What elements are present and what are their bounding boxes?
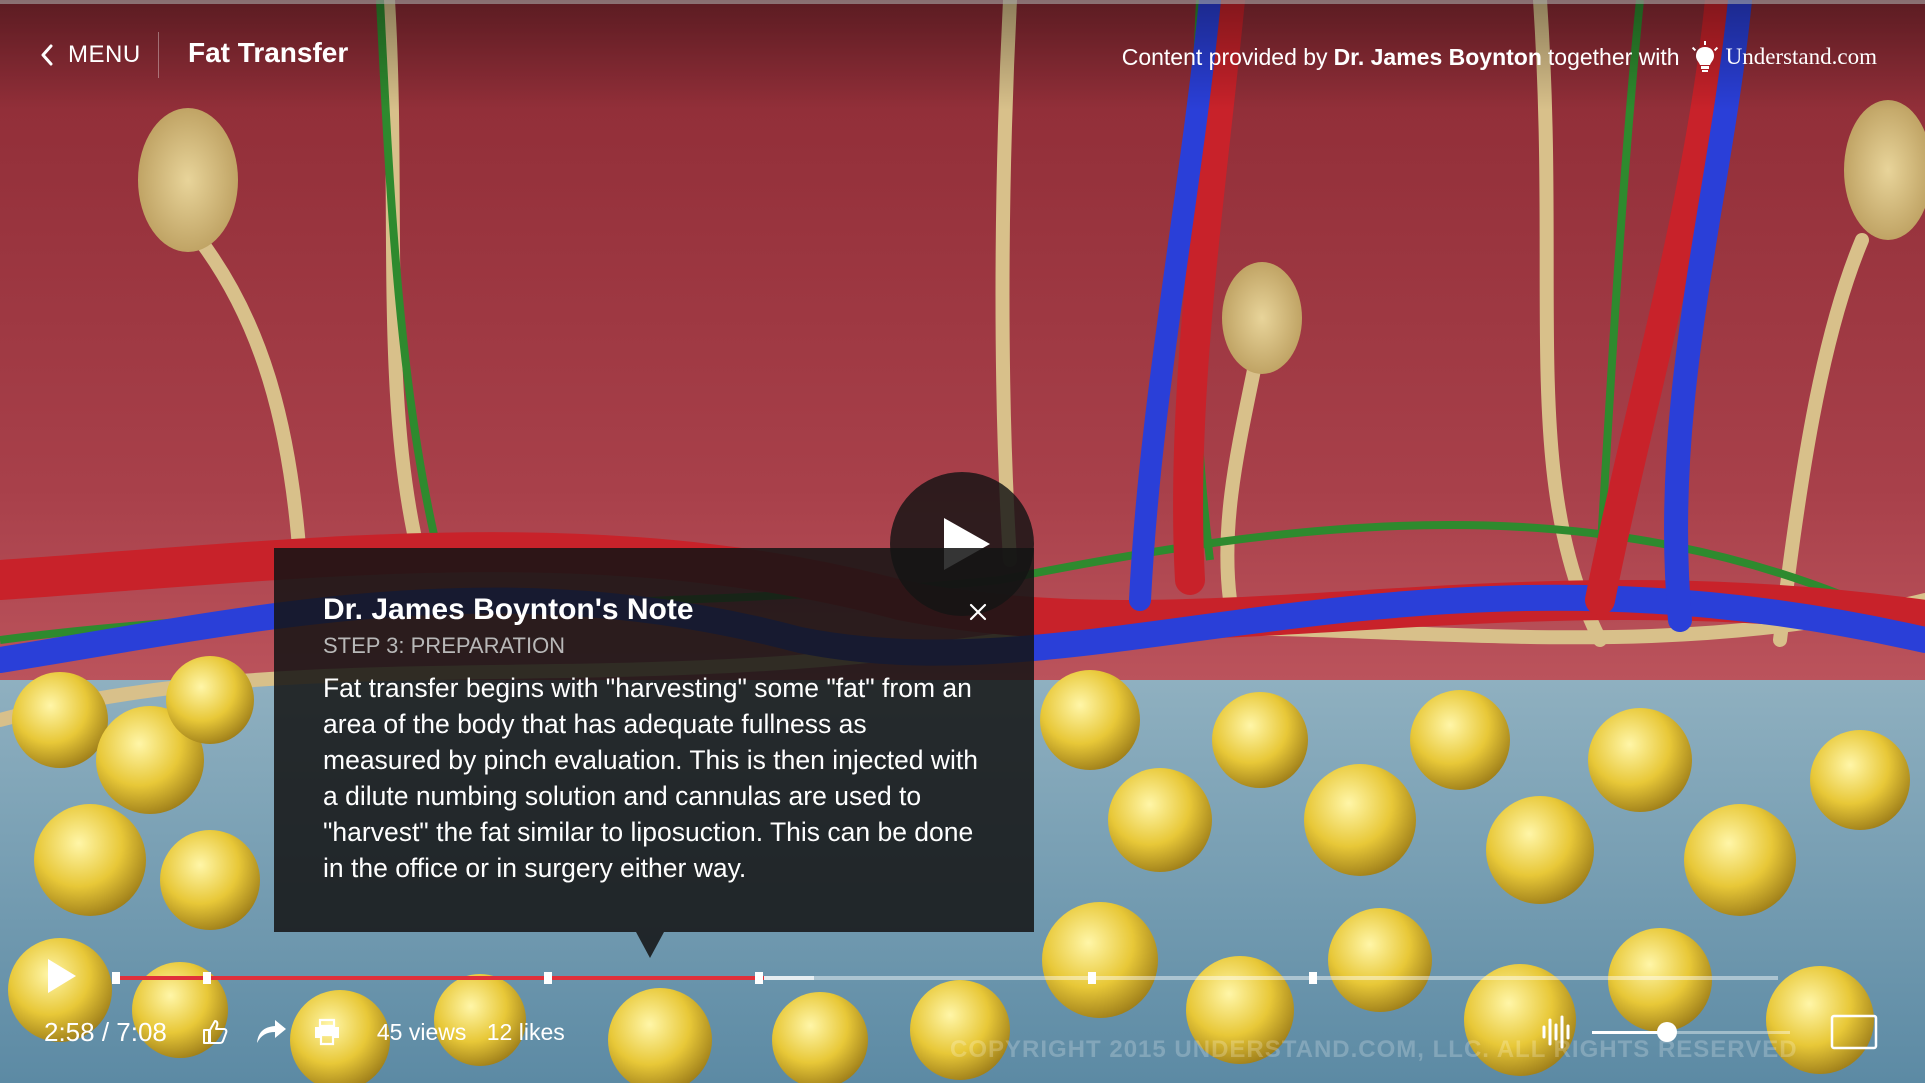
volume-fill bbox=[1592, 1031, 1668, 1034]
chapter-marker[interactable] bbox=[112, 972, 120, 984]
fullscreen-button[interactable] bbox=[1830, 1014, 1878, 1050]
chapter-marker[interactable] bbox=[1087, 972, 1096, 984]
video-title: Fat Transfer bbox=[188, 37, 349, 68]
menu-label: MENU bbox=[68, 41, 141, 68]
progress-bar[interactable] bbox=[112, 972, 1778, 984]
progress-played bbox=[116, 976, 765, 980]
print-button[interactable] bbox=[309, 1014, 345, 1050]
control-row: 2:58 / 7:08 45 views 12 likes bbox=[44, 1014, 579, 1050]
like-count: 12 likes bbox=[486, 1018, 565, 1045]
chapter-marker[interactable] bbox=[544, 972, 553, 984]
chevron-left-icon bbox=[41, 44, 53, 66]
credit-author: Dr. James Boynton bbox=[1333, 43, 1542, 70]
share-button[interactable] bbox=[253, 1014, 289, 1050]
play-button[interactable] bbox=[44, 956, 88, 1000]
chapter-marker[interactable] bbox=[755, 972, 764, 984]
close-icon bbox=[969, 603, 987, 621]
chapter-marker[interactable] bbox=[203, 972, 212, 984]
credit-suffix: together with bbox=[1547, 43, 1680, 70]
credit-prefix: Content provided by bbox=[1121, 43, 1328, 70]
header-divider bbox=[158, 32, 159, 78]
share-arrow-icon bbox=[256, 1020, 286, 1043]
note-pointer bbox=[636, 932, 664, 958]
thumbs-up-icon bbox=[202, 1020, 228, 1044]
brand-name: Understand.com bbox=[1725, 44, 1877, 69]
note-step: STEP 3: PREPARATION bbox=[323, 633, 566, 658]
volume-knob[interactable] bbox=[1657, 1022, 1678, 1042]
content-credit: Content provided by Dr. James Boynton to… bbox=[1122, 40, 1877, 74]
play-icon bbox=[48, 959, 76, 993]
like-button[interactable] bbox=[197, 1014, 233, 1050]
video-stats: 45 views 12 likes bbox=[377, 1019, 579, 1046]
chapter-marker[interactable] bbox=[1308, 972, 1317, 984]
view-count: 45 views bbox=[376, 1018, 467, 1045]
volume-button[interactable] bbox=[1540, 1014, 1576, 1050]
note-title: Dr. James Boynton's Note bbox=[323, 593, 694, 626]
brand-logo[interactable]: Understand.com bbox=[1690, 41, 1877, 73]
video-player[interactable]: MENU Fat Transfer Content provided by Dr… bbox=[0, 0, 1925, 1083]
lightbulb-icon bbox=[1691, 41, 1718, 72]
time-display: 2:58 / 7:08 bbox=[44, 1016, 167, 1047]
audio-waveform-icon bbox=[1542, 1015, 1570, 1049]
note-close-button[interactable] bbox=[958, 592, 998, 632]
author-note-popup: Dr. James Boynton's Note STEP 3: PREPARA… bbox=[274, 548, 1034, 932]
note-body: Fat transfer begins with "harvesting" so… bbox=[323, 673, 979, 883]
volume-slider[interactable] bbox=[1592, 1022, 1790, 1042]
printer-icon bbox=[314, 1018, 339, 1046]
fullscreen-icon bbox=[1830, 1014, 1878, 1050]
menu-button[interactable]: MENU bbox=[40, 38, 141, 72]
